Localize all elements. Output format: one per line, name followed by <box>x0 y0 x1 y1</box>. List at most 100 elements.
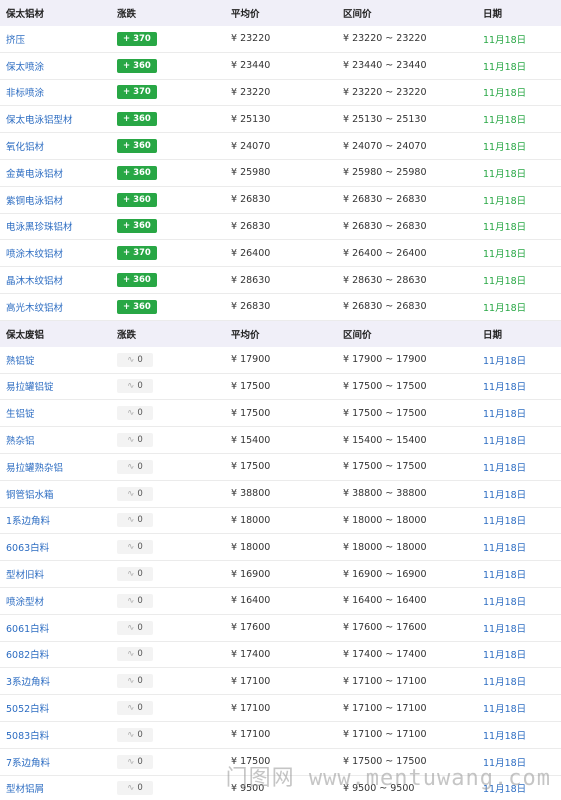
name-cell: 喷涂型材 <box>0 594 112 608</box>
change-badge-flat: ∿ 0 <box>117 486 153 501</box>
change-cell: ∿ 0 <box>112 379 226 394</box>
table-row: 易拉罐熟杂铝 ∿ 0 ¥ 17500 ¥ 17500 ~ 17500 11月18日 <box>0 454 561 481</box>
range-price: ¥ 25980 ~ 25980 <box>343 167 427 179</box>
table-row: 熟杂铝 ∿ 0 ¥ 15400 ¥ 15400 ~ 15400 11月18日 <box>0 427 561 454</box>
change-value: 0 <box>137 381 143 392</box>
avg-price: ¥ 16400 <box>231 595 271 607</box>
product-name-link[interactable]: 6082白料 <box>6 650 49 661</box>
name-cell: 金黄电泳铝材 <box>0 166 112 180</box>
date: 11月18日 <box>483 516 527 528</box>
name-cell: 氧化铝材 <box>0 139 112 153</box>
change-value: 0 <box>137 515 143 526</box>
name-cell: 3系边角料 <box>0 674 112 688</box>
name-cell: 紫铜电泳铝材 <box>0 193 112 207</box>
change-badge-flat: ∿ 0 <box>117 540 153 555</box>
product-name-link[interactable]: 挤压 <box>6 35 25 46</box>
change-cell: ∿ 0 <box>112 701 226 716</box>
range-price: ¥ 26830 ~ 26830 <box>343 301 427 313</box>
product-name-link[interactable]: 易拉罐铝锭 <box>6 382 54 393</box>
avg-price: ¥ 17400 <box>231 648 271 660</box>
change-badge-flat: ∿ 0 <box>117 433 153 448</box>
product-name-link[interactable]: 晶沐木纹铝材 <box>6 276 63 287</box>
avg-price: ¥ 26830 <box>231 301 271 313</box>
change-value: 0 <box>137 542 143 553</box>
table-row: 保太喷涂 + 360 ¥ 23440 ¥ 23440 ~ 23440 11月18日 <box>0 53 561 80</box>
change-badge-flat: ∿ 0 <box>117 459 153 474</box>
range-price: ¥ 26830 ~ 26830 <box>343 194 427 206</box>
date: 11月18日 <box>483 409 527 421</box>
date: 11月18日 <box>483 677 527 689</box>
range-price: ¥ 17500 ~ 17500 <box>343 380 427 392</box>
date: 11月18日 <box>483 222 527 234</box>
product-name-link[interactable]: 喷涂木纹铝材 <box>6 249 63 260</box>
date: 11月18日 <box>483 168 527 180</box>
date: 11月18日 <box>483 462 527 474</box>
range-price: ¥ 17400 ~ 17400 <box>343 648 427 660</box>
date: 11月18日 <box>483 249 527 261</box>
product-name-link[interactable]: 型材旧料 <box>6 570 44 581</box>
flat-trend-icon: ∿ <box>127 461 135 472</box>
change-cell: ∿ 0 <box>112 540 226 555</box>
section-header: 保太铝材 涨跌 平均价 区间价 日期 <box>0 0 561 26</box>
product-name-link[interactable]: 保太电泳铝型材 <box>6 115 73 126</box>
change-value: 0 <box>137 756 143 767</box>
table-row: 保太电泳铝型材 + 360 ¥ 25130 ¥ 25130 ~ 25130 11月18日 <box>0 106 561 134</box>
product-name-link[interactable]: 熟铝锭 <box>6 356 35 367</box>
date: 11月18日 <box>483 704 527 716</box>
range-price: ¥ 26400 ~ 26400 <box>343 247 427 259</box>
name-cell: 5083白料 <box>0 728 112 742</box>
product-name-link[interactable]: 易拉罐熟杂铝 <box>6 463 63 474</box>
product-name-link[interactable]: 生铝锭 <box>6 409 35 420</box>
product-name-link[interactable]: 型材铝屑 <box>6 784 44 795</box>
product-name-link[interactable]: 金黄电泳铝材 <box>6 169 63 180</box>
change-value: 0 <box>137 354 143 365</box>
table-row: 5052白料 ∿ 0 ¥ 17100 ¥ 17100 ~ 17100 11月18日 <box>0 695 561 722</box>
product-name-link[interactable]: 铜管铝水箱 <box>6 490 54 501</box>
flat-trend-icon: ∿ <box>127 703 135 714</box>
change-badge-flat: ∿ 0 <box>117 754 153 769</box>
change-badge-up: + 370 <box>117 246 157 261</box>
product-name-link[interactable]: 6061白料 <box>6 624 49 635</box>
product-name-link[interactable]: 高光木纹铝材 <box>6 303 63 314</box>
flat-trend-icon: ∿ <box>127 595 135 606</box>
product-name-link[interactable]: 5083白料 <box>6 731 49 742</box>
product-name-link[interactable]: 紫铜电泳铝材 <box>6 196 63 207</box>
date: 11月18日 <box>483 436 527 448</box>
column-header-date: 日期 <box>483 329 503 341</box>
table-row: 挤压 + 370 ¥ 23220 ¥ 23220 ~ 23220 11月18日 <box>0 26 561 53</box>
flat-trend-icon: ∿ <box>127 488 135 499</box>
name-cell: 铜管铝水箱 <box>0 487 112 501</box>
change-cell: ∿ 0 <box>112 486 226 501</box>
product-name-link[interactable]: 6063白料 <box>6 543 49 554</box>
flat-trend-icon: ∿ <box>127 515 135 526</box>
product-name-link[interactable]: 电泳黑珍珠铝材 <box>6 222 73 233</box>
date: 11月18日 <box>483 623 527 635</box>
product-name-link[interactable]: 3系边角料 <box>6 677 50 688</box>
date: 11月18日 <box>483 382 527 394</box>
date: 11月18日 <box>483 276 527 288</box>
range-price: ¥ 23440 ~ 23440 <box>343 60 427 72</box>
product-name-link[interactable]: 熟杂铝 <box>6 436 35 447</box>
name-cell: 易拉罐铝锭 <box>0 379 112 393</box>
name-cell: 6082白料 <box>0 647 112 661</box>
product-name-link[interactable]: 7系边角料 <box>6 758 50 769</box>
date: 11月18日 <box>483 195 527 207</box>
section-title: 保太铝材 <box>6 9 45 20</box>
avg-price: ¥ 24070 <box>231 140 271 152</box>
avg-price: ¥ 18000 <box>231 514 271 526</box>
product-name-link[interactable]: 保太喷涂 <box>6 62 44 73</box>
flat-trend-icon: ∿ <box>127 542 135 553</box>
change-badge-up: + 360 <box>117 192 157 207</box>
name-cell: 型材旧料 <box>0 567 112 581</box>
range-price: ¥ 23220 ~ 23220 <box>343 33 427 45</box>
product-name-link[interactable]: 1系边角料 <box>6 516 50 527</box>
product-name-link[interactable]: 喷涂型材 <box>6 597 44 608</box>
change-cell: + 360 <box>112 192 226 207</box>
product-name-link[interactable]: 氧化铝材 <box>6 142 44 153</box>
column-header-avg-price: 平均价 <box>231 329 260 341</box>
change-value: 0 <box>137 622 143 633</box>
column-header-date: 日期 <box>483 9 503 20</box>
change-value: 0 <box>137 703 143 714</box>
product-name-link[interactable]: 5052白料 <box>6 704 49 715</box>
product-name-link[interactable]: 非标喷涂 <box>6 88 44 99</box>
